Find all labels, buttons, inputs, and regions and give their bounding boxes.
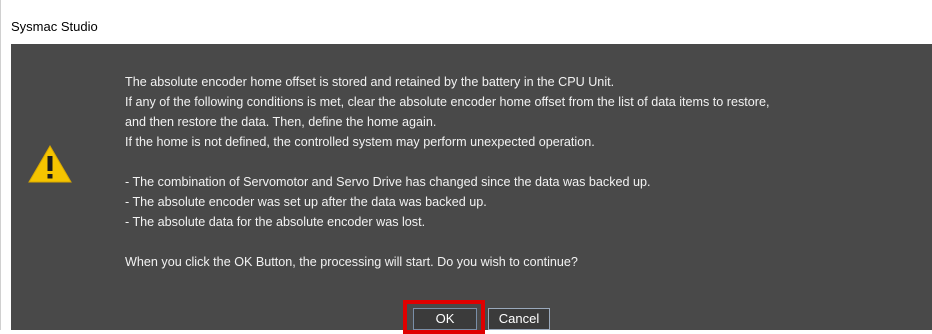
button-row: OK Cancel [11, 300, 932, 334]
window-title: Sysmac Studio [11, 19, 98, 34]
confirm-question: When you click the OK Button, the proces… [125, 255, 578, 269]
title-bar[interactable]: Sysmac Studio [1, 0, 932, 44]
condition-item: - The absolute encoder was set up after … [125, 195, 487, 209]
message-line: The absolute encoder home offset is stor… [125, 75, 615, 89]
message-line: If any of the following conditions is me… [125, 95, 770, 109]
dialog-content: The absolute encoder home offset is stor… [11, 44, 932, 334]
message-line: If the home is not defined, the controll… [125, 135, 595, 149]
dialog-window: Sysmac Studio The absolute encoder home … [0, 0, 932, 334]
dialog-message: The absolute encoder home offset is stor… [125, 72, 930, 272]
warning-triangle-icon [28, 145, 72, 183]
condition-item: - The absolute data for the absolute enc… [125, 215, 426, 229]
cancel-button[interactable]: Cancel [488, 308, 550, 330]
condition-item: - The combination of Servomotor and Serv… [125, 175, 651, 189]
ok-button[interactable]: OK [413, 308, 477, 330]
message-line: and then restore the data. Then, define … [125, 115, 437, 129]
